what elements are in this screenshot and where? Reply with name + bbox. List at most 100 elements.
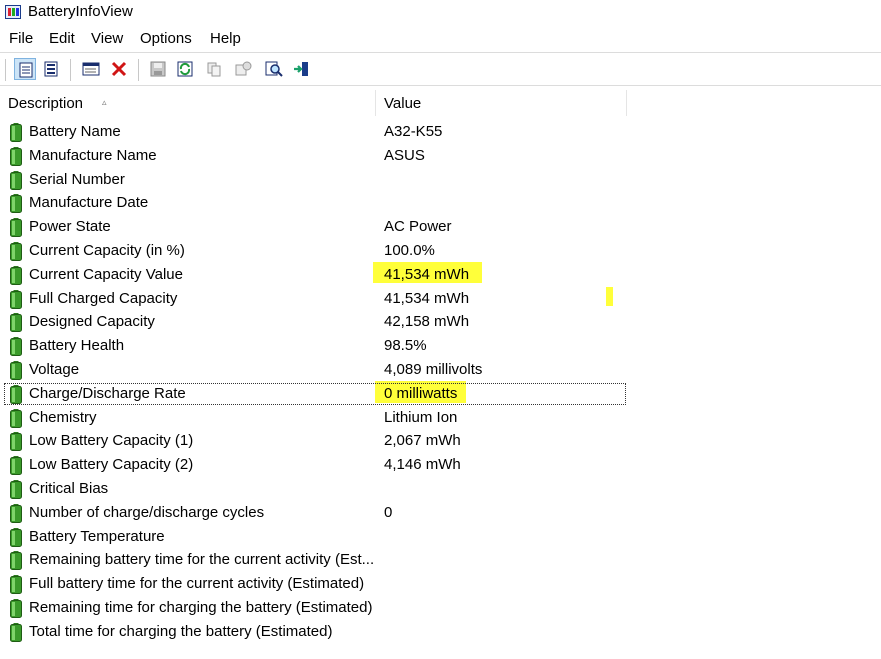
delete-icon <box>111 61 127 77</box>
properties-icon <box>235 61 252 76</box>
window-title: BatteryInfoView <box>28 3 133 20</box>
exit-icon <box>294 62 308 76</box>
column-header-label: Description <box>8 95 84 112</box>
battery-icon <box>10 313 22 333</box>
properties-view-button[interactable] <box>14 58 36 80</box>
battery-icon <box>10 337 22 357</box>
battery-icon <box>10 503 22 523</box>
row-description: Battery Temperature <box>29 527 165 545</box>
battery-icon <box>10 575 22 595</box>
column-header-label: Value <box>384 95 422 112</box>
report-view-button[interactable] <box>40 58 62 80</box>
list-row[interactable]: Critical Bias <box>0 477 881 501</box>
row-value: 2,067 mWh <box>384 432 461 450</box>
copy-button[interactable] <box>203 58 225 80</box>
row-description: Critical Bias <box>29 480 109 497</box>
row-description: Charge/Discharge Rate <box>29 384 186 402</box>
list-row[interactable]: Low Battery Capacity (1) 2,067 mWh <box>0 429 881 453</box>
battery-icon <box>10 218 22 238</box>
battery-icon <box>10 622 22 642</box>
list-row[interactable]: Battery Health 98.5% <box>0 334 881 358</box>
list-row[interactable]: Low Battery Capacity (2) 4,146 mWh <box>0 453 881 477</box>
menu-options[interactable]: Options <box>140 30 192 47</box>
find-button[interactable] <box>262 58 284 80</box>
row-description: Low Battery Capacity (2) <box>29 456 194 474</box>
menu-file[interactable]: File <box>9 30 33 47</box>
list-row[interactable]: Full Charged Capacity 41,534 mWh <box>0 287 881 311</box>
exit-button[interactable] <box>290 58 312 80</box>
list-row[interactable]: Remaining time for charging the battery … <box>0 596 881 620</box>
row-value: 42,158 mWh <box>384 313 470 331</box>
list-row[interactable]: Battery Temperature <box>0 525 881 549</box>
row-value: 100.0% <box>384 242 435 259</box>
toolbar-separator <box>138 59 139 81</box>
list-row[interactable]: Full battery time for the current activi… <box>0 572 881 596</box>
row-value: 98.5% <box>384 337 427 355</box>
refresh-button[interactable] <box>174 58 196 80</box>
row-description: Total time for charging the battery (Est… <box>29 622 333 640</box>
row-description: Manufacture Name <box>29 146 157 164</box>
find-icon <box>265 61 283 77</box>
column-header-value[interactable]: Value <box>376 90 627 116</box>
menu-edit[interactable]: Edit <box>49 30 75 47</box>
battery-icon <box>10 527 22 547</box>
html-report-button[interactable] <box>79 58 101 80</box>
list-row[interactable]: Current Capacity Value 41,534 mWh <box>0 263 881 287</box>
row-description: Designed Capacity <box>29 313 155 331</box>
list-header: Description ▵ Value <box>0 90 881 116</box>
toolbar-separator <box>70 59 71 81</box>
row-description: Low Battery Capacity (1) <box>29 432 194 450</box>
row-description: Battery Name <box>29 123 121 140</box>
properties-view-icon <box>19 62 33 78</box>
list-row[interactable]: Chemistry Lithium Ion <box>0 406 881 430</box>
window-icon <box>82 62 100 76</box>
list-row[interactable]: Serial Number <box>0 168 881 192</box>
list-row[interactable]: Remaining battery time for the current a… <box>0 548 881 572</box>
list-row[interactable]: Power State AC Power <box>0 215 881 239</box>
list-row[interactable]: Battery Name A32-K55 <box>0 120 881 144</box>
battery-icon <box>10 384 22 404</box>
sort-up-icon: ▵ <box>102 97 107 107</box>
battery-icon <box>10 361 22 380</box>
row-description: Current Capacity (in %) <box>29 242 185 259</box>
list-row[interactable]: Voltage 4,089 millivolts <box>0 358 881 382</box>
list-row-selected[interactable]: Charge/Discharge Rate 0 milliwatts <box>0 382 881 406</box>
delete-button[interactable] <box>108 58 130 80</box>
list-row[interactable]: Manufacture Name ASUS <box>0 144 881 168</box>
row-description: Full battery time for the current activi… <box>29 575 365 593</box>
row-value: AC Power <box>384 218 452 236</box>
toolbar <box>0 52 881 86</box>
row-value: 41,534 mWh <box>384 265 470 283</box>
row-value: A32-K55 <box>384 123 443 140</box>
save-icon <box>150 61 166 77</box>
battery-icon <box>10 242 22 261</box>
menu-bar: File Edit View Options Help <box>0 28 881 50</box>
battery-icon <box>10 194 22 214</box>
properties-button[interactable] <box>231 58 253 80</box>
battery-icon <box>10 480 22 499</box>
row-description: Power State <box>29 218 111 236</box>
list-row[interactable]: Number of charge/discharge cycles 0 <box>0 501 881 525</box>
app-icon <box>5 5 21 19</box>
row-description: Battery Health <box>29 337 125 355</box>
battery-icon <box>10 432 22 452</box>
list-row[interactable]: Manufacture Date <box>0 191 881 215</box>
menu-view[interactable]: View <box>91 30 123 47</box>
list-row[interactable]: Designed Capacity 42,158 mWh <box>0 310 881 334</box>
row-description: Current Capacity Value <box>29 265 183 283</box>
row-description: Chemistry <box>29 408 97 426</box>
row-description: Serial Number <box>29 170 125 188</box>
battery-icon <box>10 551 22 571</box>
row-value: 0 <box>384 503 393 521</box>
battery-icon <box>10 146 22 166</box>
list-row[interactable]: Current Capacity (in %) 100.0% <box>0 239 881 263</box>
row-description: Voltage <box>29 361 80 378</box>
menu-help[interactable]: Help <box>210 30 241 47</box>
report-view-icon <box>44 61 58 77</box>
list-row[interactable]: Total time for charging the battery (Est… <box>0 620 881 644</box>
row-value: 41,534 mWh <box>384 289 470 307</box>
battery-icon <box>10 123 22 142</box>
row-description: Manufacture Date <box>29 194 149 212</box>
column-header-description[interactable]: Description ▵ <box>0 90 376 116</box>
save-button[interactable] <box>147 58 169 80</box>
